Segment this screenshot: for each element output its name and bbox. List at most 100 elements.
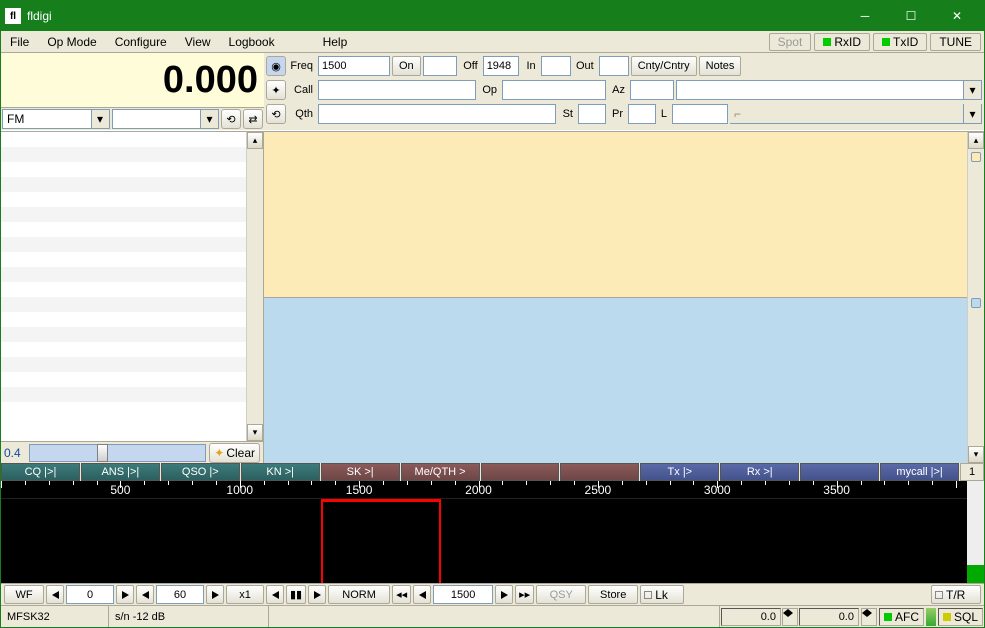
prev-button[interactable] [46,585,64,604]
menu-opmode[interactable]: Op Mode [38,33,105,51]
maximize-button[interactable]: ☐ [888,1,934,31]
clear-button[interactable]: ✦Clear [209,443,260,463]
az-input[interactable] [630,80,674,100]
in-input[interactable] [541,56,571,76]
status-mode[interactable]: MFSK32 [1,606,109,627]
on-button[interactable]: On [392,56,421,76]
call-input[interactable] [318,80,476,100]
rx-text-area[interactable] [264,132,984,298]
tune-button[interactable]: TUNE [930,33,981,51]
waterfall-display[interactable] [1,498,984,583]
st-input[interactable] [578,104,606,124]
next-button[interactable] [495,585,513,604]
scrollbar[interactable]: ▴ ▾ [967,132,984,463]
store-button[interactable]: Store [588,585,638,604]
on-input[interactable] [423,56,457,76]
lk-button[interactable]: Lk [640,585,684,604]
refresh-icon[interactable]: ⟲ [266,104,286,124]
scroll-down-icon[interactable]: ▾ [247,424,263,441]
menu-configure[interactable]: Configure [106,33,176,51]
wf-button[interactable]: WF [4,585,44,604]
freq-input[interactable] [318,56,390,76]
norm-button[interactable]: NORM [328,585,390,604]
status-sn: s/n -12 dB [109,606,269,627]
globe-icon[interactable]: ◉ [266,56,286,76]
pause-button[interactable]: ▮▮ [286,585,306,604]
next-button[interactable] [308,585,326,604]
menu-help[interactable]: Help [314,33,357,51]
chevron-down-icon[interactable]: ▾ [200,110,218,128]
cnty-button[interactable]: Cnty/Cntry [631,56,697,76]
refresh-button[interactable]: ⟲ [221,109,241,129]
spinner[interactable] [861,608,877,626]
macro-button-2[interactable]: ANS |>| [81,463,160,481]
macro-button-10[interactable]: Rx >| [720,463,799,481]
menu-view[interactable]: View [176,33,220,51]
spot-button[interactable]: Spot [769,33,812,51]
macro-page[interactable]: 1 [960,463,984,481]
afc-button[interactable]: AFC [879,608,924,626]
pr-input[interactable] [628,104,656,124]
ref-level[interactable]: 0 [66,585,114,604]
scroll-up-icon[interactable]: ▴ [247,132,263,149]
sql-button[interactable]: SQL [938,608,983,626]
forward-button[interactable]: ▸▸ [515,585,534,604]
op-input[interactable] [502,80,606,100]
macro-button-7[interactable] [481,463,560,481]
spinner[interactable] [782,608,798,626]
wf-tick-label: 2500 [585,483,612,497]
prev-button[interactable] [413,585,431,604]
swap-button[interactable]: ⇄ [243,109,263,129]
notes-field[interactable]: ⌐▾ [730,104,982,124]
macro-button-4[interactable]: KN >| [241,463,320,481]
frequency-cursor[interactable] [321,499,441,583]
mode-select[interactable]: FM ▾ [2,109,110,129]
macro-button-5[interactable]: SK >| [321,463,400,481]
scroll-down-icon[interactable]: ▾ [968,446,984,463]
sql-level-meter[interactable] [926,608,936,626]
macro-button-12[interactable]: mycall |>| [880,463,959,481]
bandwidth-select[interactable]: ▾ [112,109,220,129]
qth-input[interactable] [318,104,556,124]
wf-freq[interactable]: 1500 [433,585,493,604]
macro-button-6[interactable]: Me/QTH > [401,463,480,481]
rewind-button[interactable]: ◂◂ [392,585,411,604]
prev-button[interactable] [266,585,284,604]
macro-button-11[interactable] [800,463,879,481]
prev-button[interactable] [136,585,154,604]
txid-button[interactable]: TxID [873,33,927,51]
range-level[interactable]: 60 [156,585,204,604]
tr-button[interactable]: T/R [931,585,981,604]
chevron-down-icon[interactable]: ▾ [91,110,109,128]
loc-input[interactable] [672,104,728,124]
tx-text-area[interactable] [264,298,984,463]
scrollbar[interactable]: ▴ ▾ [246,132,263,441]
chevron-down-icon[interactable]: ▾ [963,104,981,123]
channel-list[interactable]: ▴ ▾ [1,132,263,441]
menu-file[interactable]: File [1,33,38,51]
menu-logbook[interactable]: Logbook [220,33,284,51]
rxid-button[interactable]: RxID [814,33,870,51]
macro-button-1[interactable]: CQ |>| [1,463,80,481]
squelch-slider[interactable] [29,444,206,462]
scroll-up-icon[interactable]: ▴ [968,132,984,149]
country-select[interactable]: ▾ [676,80,982,100]
zoom-button[interactable]: x1 [226,585,264,604]
notes-button[interactable]: Notes [699,56,742,76]
wf-tick-label: 500 [110,483,130,497]
out-input[interactable] [599,56,629,76]
next-button[interactable] [206,585,224,604]
qsy-button[interactable]: QSY [536,585,586,604]
close-button[interactable]: ✕ [934,1,980,31]
star-icon[interactable]: ✦ [266,80,286,100]
status-val2: 0.0 [799,608,859,626]
macro-button-9[interactable]: Tx |> [640,463,719,481]
frequency-display[interactable]: 0.000 [1,53,264,108]
macro-button-8[interactable] [560,463,639,481]
wf-tick-label: 3500 [823,483,850,497]
chevron-down-icon[interactable]: ▾ [963,81,981,99]
off-input[interactable] [483,56,519,76]
minimize-button[interactable]: ─ [842,1,888,31]
macro-button-3[interactable]: QSO |> [161,463,240,481]
next-button[interactable] [116,585,134,604]
